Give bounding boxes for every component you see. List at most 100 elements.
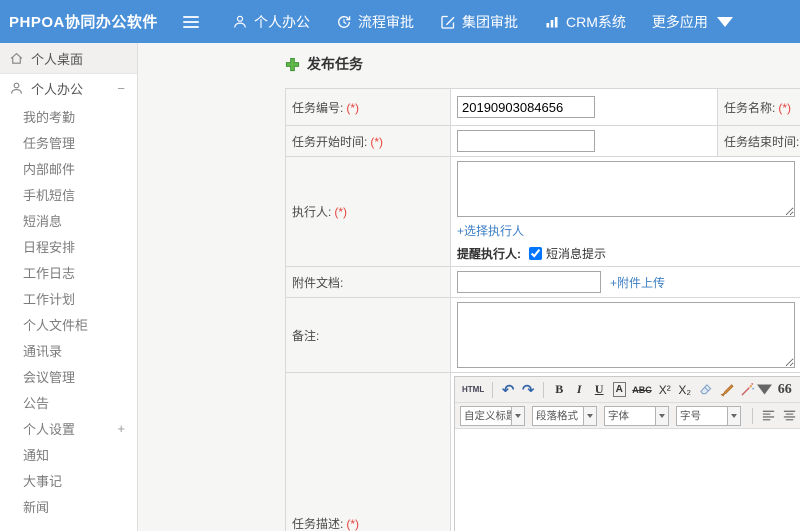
sidebar-item-label: 会议管理 bbox=[23, 369, 76, 385]
toolbar-separator bbox=[752, 407, 753, 424]
required-mark: (*) bbox=[370, 134, 384, 149]
align-left-icon[interactable] bbox=[759, 406, 778, 426]
sms-remind-label: 短消息提示 bbox=[546, 247, 607, 261]
toolbar-button-label: ABC bbox=[632, 384, 652, 395]
form-row: 任务描述:(*) HTML↶↷BIUAABCX²X₂66A 自定义标题段落格式字… bbox=[285, 372, 800, 531]
sidebar-item-label: 我的考勤 bbox=[23, 109, 76, 125]
remark-cell bbox=[450, 297, 800, 373]
choose-executor-link[interactable]: +选择执行人 bbox=[457, 224, 524, 238]
autotypeset-icon[interactable] bbox=[738, 380, 774, 400]
task-number-label-cell: 任务编号: (*) bbox=[285, 88, 451, 126]
nav-item-personal-office[interactable]: 个人办公 bbox=[223, 12, 319, 32]
undo-button[interactable]: ↶ bbox=[499, 380, 517, 400]
collapse-icon[interactable]: − bbox=[117, 81, 125, 96]
sidebar-item-label: 手机短信 bbox=[23, 187, 76, 203]
start-time-label-cell: 任务开始时间: (*) bbox=[285, 125, 451, 157]
remark-textarea[interactable] bbox=[457, 302, 795, 368]
editor-toolbar-row1: HTML↶↷BIUAABCX²X₂66A bbox=[455, 377, 800, 403]
sidebar-item-announcement[interactable]: 公告 bbox=[0, 389, 137, 415]
nav-item-group-approval[interactable]: 集团审批 bbox=[431, 12, 527, 32]
sidebar-item-personal-office[interactable]: 个人办公 − bbox=[0, 74, 137, 103]
top-navbar: PHPOA协同办公软件 个人办公 流程审批 集团审批 CRM系统 更多应用 bbox=[0, 0, 800, 43]
font-size-select[interactable]: 字号 bbox=[676, 405, 741, 426]
executor-label-cell: 执行人: (*) bbox=[285, 156, 451, 267]
toolbar-button-label: U bbox=[594, 382, 604, 396]
required-mark: (*) bbox=[778, 100, 792, 115]
form-row: 任务开始时间:(*) 任务结束时间:(*) bbox=[285, 125, 800, 157]
sidebar-item-personal-desktop[interactable]: 个人桌面 bbox=[0, 43, 137, 74]
custom-title-select[interactable]: 自定义标题 bbox=[460, 405, 525, 426]
sidebar-item-personal-settings[interactable]: 个人设置 + bbox=[0, 415, 137, 441]
attachment-cell: +附件上传 bbox=[450, 266, 800, 298]
description-label-cell: 任务描述: (*) bbox=[285, 372, 451, 531]
task-name-label: 任务名称: bbox=[724, 100, 776, 115]
sidebar-item-task-management[interactable]: 任务管理 bbox=[0, 129, 137, 155]
source-button[interactable]: HTML bbox=[460, 380, 486, 400]
font-family-select[interactable]: 字体 bbox=[604, 405, 669, 426]
sidebar-item-news[interactable]: 新闻 bbox=[0, 493, 137, 519]
sidebar-item-schedule[interactable]: 日程安排 bbox=[0, 233, 137, 259]
expand-icon[interactable]: + bbox=[117, 421, 125, 436]
paste-text-icon[interactable] bbox=[796, 380, 800, 400]
sidebar-item-label: 工作计划 bbox=[23, 291, 76, 307]
blockquote-button[interactable]: 66 bbox=[776, 380, 794, 400]
task-number-input[interactable] bbox=[457, 96, 595, 118]
superscript-button[interactable]: X² bbox=[656, 380, 674, 400]
sidebar-item-memorabilia[interactable]: 大事记 bbox=[0, 467, 137, 493]
rich-text-editor: HTML↶↷BIUAABCX²X₂66A 自定义标题段落格式字体字号 bbox=[454, 376, 800, 531]
sidebar-item-internal-mail[interactable]: 内部邮件 bbox=[0, 155, 137, 181]
sidebar-item-my-attendance[interactable]: 我的考勤 bbox=[0, 103, 137, 129]
redo-button[interactable]: ↷ bbox=[519, 380, 537, 400]
nav-item-crm-system[interactable]: CRM系统 bbox=[535, 12, 635, 32]
nav-item-label: 更多应用 bbox=[651, 13, 708, 30]
nav-item-label: 个人办公 bbox=[254, 13, 310, 30]
remark-label-cell: 备注: bbox=[285, 297, 451, 373]
toolbar-separator bbox=[492, 381, 494, 398]
sidebar-item-label: 日程安排 bbox=[23, 239, 76, 255]
form-row: 备注: bbox=[285, 297, 800, 373]
sidebar-item-work-log[interactable]: 工作日志 bbox=[0, 259, 137, 285]
nav-item-more-apps[interactable]: 更多应用 bbox=[643, 12, 742, 32]
main-content: 发布任务 任务编号:(*) 任务名称:(*) 任务开始时间:(*) 任务结束时 bbox=[138, 43, 800, 531]
toolbar-button-label: ↶ bbox=[501, 381, 515, 399]
attachment-label: 附件文档: bbox=[292, 275, 344, 290]
attachment-input[interactable] bbox=[457, 271, 601, 293]
menu-toggle-icon[interactable] bbox=[183, 15, 199, 28]
subscript-button[interactable]: X₂ bbox=[676, 380, 694, 400]
editor-content[interactable] bbox=[455, 429, 800, 531]
italic-button[interactable]: I bbox=[570, 380, 588, 400]
sidebar-item-mobile-sms[interactable]: 手机短信 bbox=[0, 181, 137, 207]
executor-textarea[interactable] bbox=[457, 161, 795, 217]
nav-item-workflow-approval[interactable]: 流程审批 bbox=[327, 12, 423, 32]
sidebar-item-label: 个人文件柜 bbox=[23, 317, 89, 333]
sidebar-item-label: 个人桌面 bbox=[31, 51, 84, 67]
bold-button[interactable]: B bbox=[550, 380, 568, 400]
align-center-icon[interactable] bbox=[780, 406, 799, 426]
sidebar-item-label: 通讯录 bbox=[23, 343, 63, 359]
start-time-input[interactable] bbox=[457, 130, 595, 152]
sidebar-item-address-book[interactable]: 通讯录 bbox=[0, 337, 137, 363]
sidebar-item-notification[interactable]: 通知 bbox=[0, 441, 137, 467]
toolbar-separator bbox=[543, 381, 545, 398]
sms-remind-checkbox[interactable] bbox=[529, 247, 542, 260]
sidebar-item-short-message[interactable]: 短消息 bbox=[0, 207, 137, 233]
sidebar-item-label: 个人设置 bbox=[23, 421, 76, 437]
eraser-icon[interactable] bbox=[696, 380, 715, 400]
font-background-button[interactable]: A bbox=[610, 380, 628, 400]
sidebar-item-meeting-management[interactable]: 会议管理 bbox=[0, 363, 137, 389]
toolbar-button-label: 66 bbox=[777, 381, 792, 397]
underline-button[interactable]: U bbox=[590, 380, 608, 400]
format-brush-icon[interactable] bbox=[717, 380, 736, 400]
remark-label: 备注: bbox=[292, 328, 320, 343]
toolbar-button-label: HTML bbox=[462, 385, 485, 394]
sidebar-item-label: 内部邮件 bbox=[23, 161, 76, 177]
strikethrough-button[interactable]: ABC bbox=[630, 380, 654, 400]
chevron-down-icon bbox=[655, 406, 668, 425]
sidebar-item-label: 新闻 bbox=[23, 499, 50, 515]
page-title: 发布任务 bbox=[285, 54, 800, 74]
paragraph-format-select[interactable]: 段落格式 bbox=[532, 405, 597, 426]
sidebar-item-personal-file-cabinet[interactable]: 个人文件柜 bbox=[0, 311, 137, 337]
attachment-upload-link[interactable]: +附件上传 bbox=[610, 274, 665, 291]
nav-item-label: 集团审批 bbox=[462, 13, 518, 30]
sidebar-item-work-plan[interactable]: 工作计划 bbox=[0, 285, 137, 311]
